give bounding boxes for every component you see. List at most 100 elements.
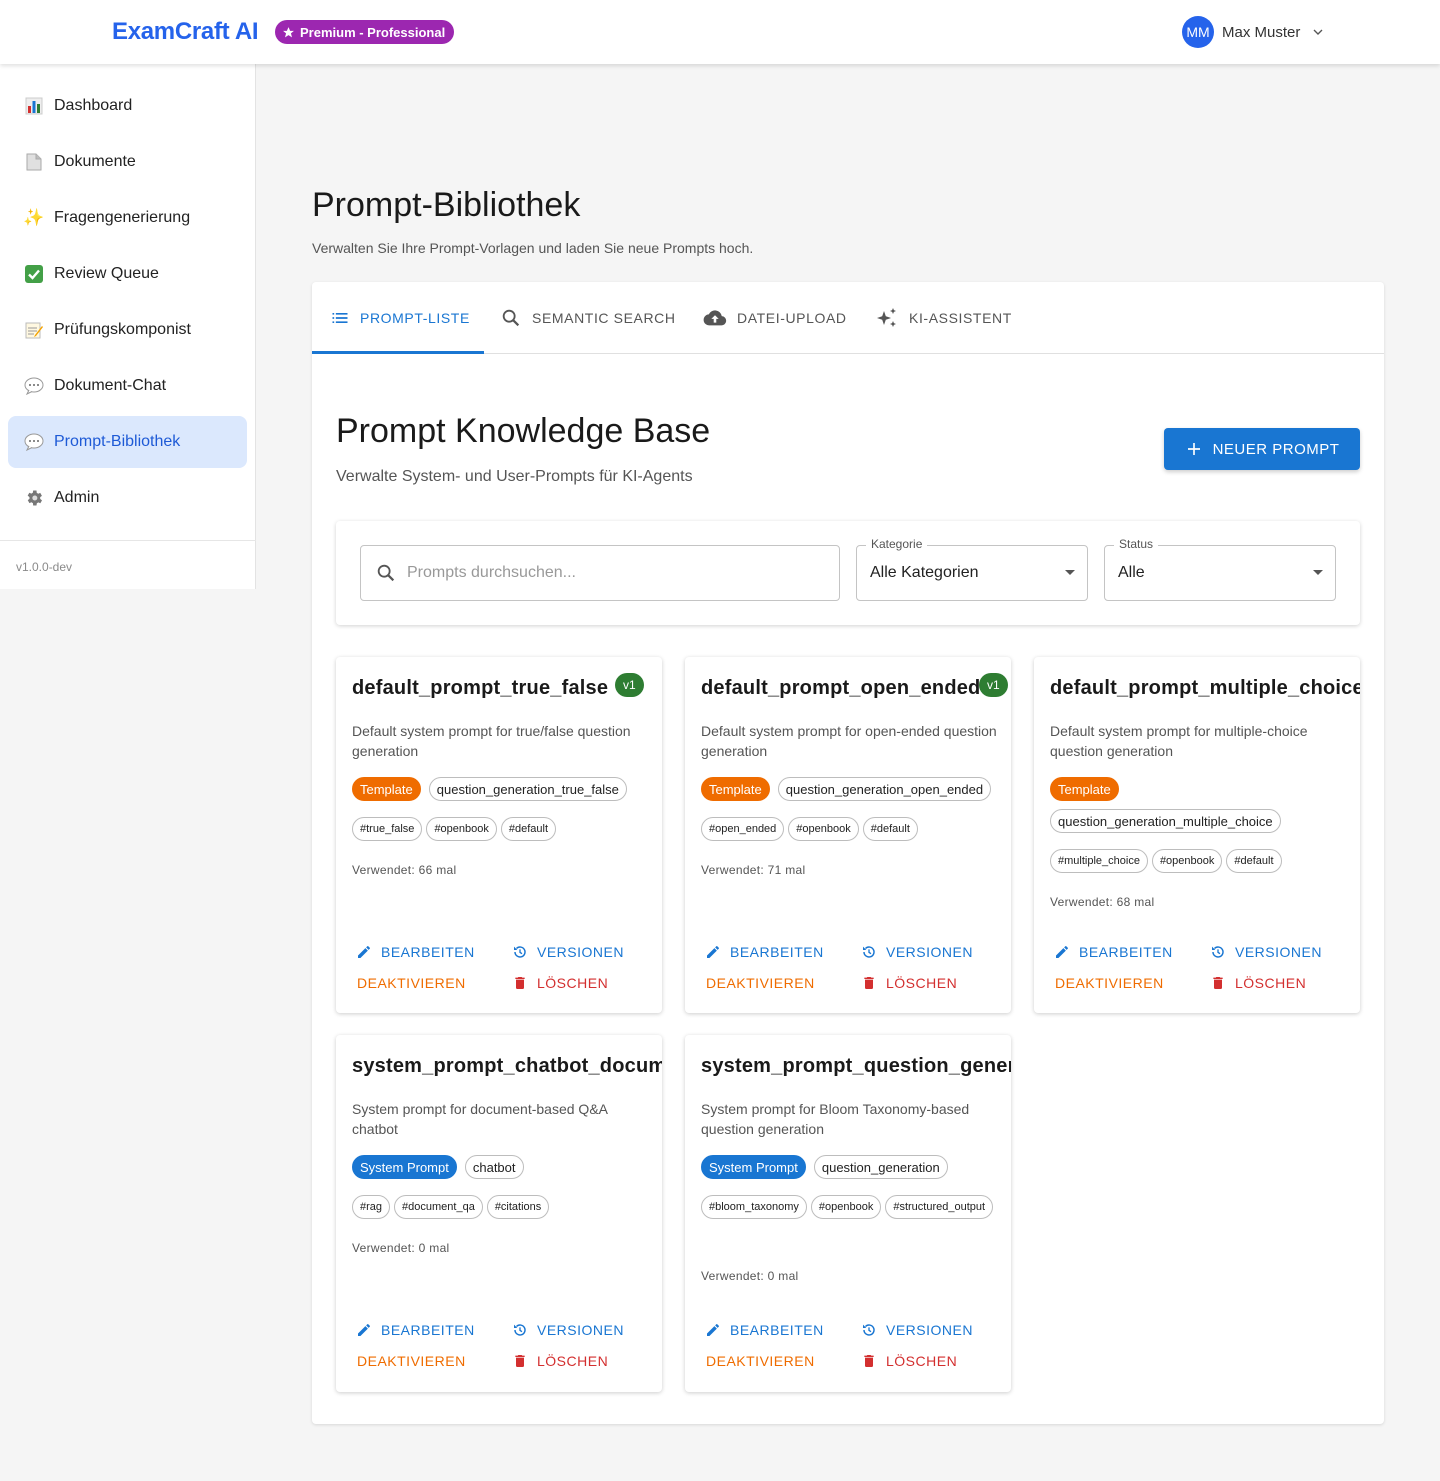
sidebar-item-label: Prüfungskomponist — [54, 321, 191, 338]
avatar: MM — [1182, 16, 1214, 48]
category-chip: chatbot — [464, 1155, 524, 1179]
sidebar-item-dokumente[interactable]: Dokumente — [8, 136, 247, 188]
status-select[interactable]: Status Alle — [1104, 537, 1336, 601]
document-icon — [24, 152, 44, 172]
prompt-card-description: Default system prompt for open-ended que… — [701, 723, 997, 759]
deactivate-button[interactable]: DEAKTIVIEREN — [357, 971, 466, 995]
search-icon — [502, 309, 520, 327]
trash-icon — [864, 1355, 874, 1367]
prompt-card-tags: #rag #document_qa #citations — [352, 1195, 652, 1219]
edit-button[interactable]: BEARBEITEN — [356, 1318, 475, 1342]
prompt-card: default_prompt_true_false v1 Default sys… — [336, 657, 662, 1013]
edit-button[interactable]: BEARBEITEN — [705, 940, 824, 964]
knowledge-base-subtitle: Verwalte System- und User-Prompts für KI… — [336, 468, 693, 485]
sidebar-divider — [0, 540, 256, 541]
versions-button[interactable]: VERSIONEN — [512, 1318, 624, 1342]
prompt-library-panel: PROMPT-LISTE SEMANTIC SEARCH DATEI-UPLOA… — [312, 282, 1384, 1424]
sidebar-item-dashboard[interactable]: Dashboard — [8, 80, 247, 132]
search-input[interactable]: Prompts durchsuchen... — [360, 545, 840, 601]
top-app-bar: ExamCraft AI Premium - Professional MM M… — [0, 0, 1440, 64]
brand-logo[interactable]: ExamCraft AI — [112, 18, 259, 46]
active-tab-indicator — [312, 351, 484, 354]
prompt-card: default_prompt_multiple_choice Default s… — [1034, 657, 1360, 1013]
delete-button[interactable]: LÖSCHEN — [512, 1349, 608, 1373]
usage-count: Verwendet: 66 mal — [352, 863, 457, 877]
tag-chip: #true_false — [352, 817, 423, 841]
tab-ki-assistent[interactable]: KI-ASSISTENT — [875, 282, 1012, 354]
prompt-card-description: System prompt for Bloom Taxonomy-based q… — [701, 1101, 970, 1137]
type-chip: System Prompt — [352, 1155, 457, 1179]
delete-button-label: LÖSCHEN — [886, 1353, 958, 1369]
prompt-card-title: system_prompt_question_generation — [701, 1055, 1011, 1077]
versions-button[interactable]: VERSIONEN — [861, 1318, 973, 1342]
prompt-card-tags: #bloom_taxonomy #openbook #structured_ou… — [701, 1195, 1001, 1219]
versions-button[interactable]: VERSIONEN — [1210, 940, 1322, 964]
deactivate-button-label: DEAKTIVIEREN — [357, 975, 466, 991]
prompt-card: system_prompt_chatbot_document_qa System… — [336, 1035, 662, 1392]
versions-button-label: VERSIONEN — [886, 1322, 973, 1338]
sidebar-item-dokument-chat[interactable]: Dokument-Chat — [8, 360, 247, 412]
delete-button-label: LÖSCHEN — [1235, 975, 1307, 991]
versions-button[interactable]: VERSIONEN — [861, 940, 973, 964]
tab-prompt-liste[interactable]: PROMPT-LISTE — [330, 282, 470, 354]
edit-button[interactable]: BEARBEITEN — [705, 1318, 824, 1342]
page-subtitle: Verwalten Sie Ihre Prompt-Vorlagen und l… — [312, 240, 754, 256]
pencil-icon — [1056, 946, 1068, 958]
speech-bubble-icon — [24, 432, 44, 452]
search-icon — [377, 564, 395, 582]
category-chip: question_generation — [813, 1155, 948, 1179]
pencil-icon — [358, 946, 370, 958]
edit-button-label: BEARBEITEN — [381, 1322, 475, 1338]
deactivate-button[interactable]: DEAKTIVIEREN — [357, 1349, 466, 1373]
pencil-icon — [358, 1324, 370, 1336]
versions-button[interactable]: VERSIONEN — [512, 940, 624, 964]
delete-button[interactable]: LÖSCHEN — [512, 971, 608, 995]
new-prompt-button[interactable]: NEUER PROMPT — [1164, 428, 1360, 470]
tag-chip: #openbook — [810, 1195, 882, 1219]
prompt-card-chips: System Prompt question_generation — [701, 1155, 1001, 1179]
history-icon — [863, 946, 875, 958]
ai-sparkle-icon — [877, 308, 896, 327]
delete-button[interactable]: LÖSCHEN — [1210, 971, 1306, 995]
tab-datei-upload[interactable]: DATEI-UPLOAD — [703, 282, 847, 354]
sidebar-item-review-queue[interactable]: Review Queue — [8, 248, 247, 300]
premium-badge-label: Premium - Professional — [300, 24, 446, 40]
sidebar-item-admin[interactable]: Admin — [8, 472, 247, 524]
prompt-card-title: default_prompt_multiple_choice — [1050, 677, 1360, 699]
sidebar: Dashboard Dokumente ✨ Fragengenerierung … — [0, 64, 256, 589]
deactivate-button[interactable]: DEAKTIVIEREN — [706, 971, 815, 995]
history-icon — [1212, 946, 1224, 958]
caret-down-icon — [1313, 570, 1323, 575]
chevron-down-icon — [1313, 29, 1323, 35]
type-chip: Template — [701, 777, 770, 801]
deactivate-button[interactable]: DEAKTIVIEREN — [706, 1349, 815, 1373]
prompt-card-description: Default system prompt for true/false que… — [352, 723, 631, 759]
sidebar-item-fragengenerierung[interactable]: ✨ Fragengenerierung — [8, 192, 247, 244]
memo-icon — [24, 320, 44, 340]
type-chip: Template — [1050, 777, 1119, 801]
deactivate-button-label: DEAKTIVIEREN — [1055, 975, 1164, 991]
tab-semantic-search[interactable]: SEMANTIC SEARCH — [500, 282, 676, 354]
tag-chip: #default — [500, 817, 557, 841]
history-icon — [863, 1324, 875, 1336]
tab-label: SEMANTIC SEARCH — [532, 310, 676, 326]
trash-icon — [864, 977, 874, 989]
edit-button[interactable]: BEARBEITEN — [356, 940, 475, 964]
sidebar-item-pruefungskomponist[interactable]: Prüfungskomponist — [8, 304, 247, 356]
edit-button-label: BEARBEITEN — [1079, 944, 1173, 960]
sidebar-item-prompt-bibliothek[interactable]: Prompt-Bibliothek — [8, 416, 247, 468]
edit-button[interactable]: BEARBEITEN — [1054, 940, 1173, 964]
versions-button-label: VERSIONEN — [537, 1322, 624, 1338]
category-select-label: Kategorie — [866, 537, 928, 551]
tab-label: KI-ASSISTENT — [909, 310, 1012, 326]
sparkles-icon: ✨ — [23, 208, 45, 227]
delete-button[interactable]: LÖSCHEN — [861, 1349, 957, 1373]
list-icon — [332, 313, 348, 323]
prompt-card-tags: #true_false #openbook #default — [352, 817, 652, 841]
deactivate-button[interactable]: DEAKTIVIEREN — [1055, 971, 1164, 995]
filter-bar: Prompts durchsuchen... Kategorie Alle Ka… — [336, 521, 1360, 625]
user-menu[interactable]: MM Max Muster — [1182, 16, 1326, 48]
category-chip: question_generation_true_false — [428, 777, 627, 801]
delete-button[interactable]: LÖSCHEN — [861, 971, 957, 995]
category-select[interactable]: Kategorie Alle Kategorien — [856, 537, 1088, 601]
